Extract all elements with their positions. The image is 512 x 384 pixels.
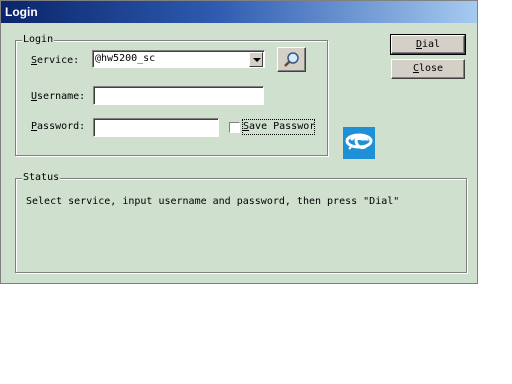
status-message: Select service, input username and passw…: [26, 196, 400, 207]
status-group-legend: Status: [22, 172, 61, 184]
password-label: Password:: [31, 121, 86, 132]
window-title: Login: [5, 5, 38, 19]
search-icon: [283, 52, 299, 67]
status-groupbox: Status: [15, 172, 467, 273]
search-service-button[interactable]: [277, 47, 306, 72]
password-input[interactable]: [93, 118, 219, 137]
service-dropdown[interactable]: @hw5200_sc: [92, 50, 265, 68]
service-label: Service:: [31, 55, 80, 66]
login-dialog: Login Login Service: @hw5200_sc Username…: [0, 0, 478, 284]
service-value: @hw5200_sc: [95, 53, 156, 64]
save-password-checkbox[interactable]: [229, 122, 240, 133]
dial-button[interactable]: Dial: [390, 34, 466, 55]
username-label: Username:: [31, 91, 86, 102]
username-input[interactable]: [93, 86, 264, 105]
login-group-legend: Login: [22, 34, 55, 46]
chevron-down-icon[interactable]: [249, 52, 263, 67]
title-bar[interactable]: Login: [1, 1, 477, 23]
save-password-label[interactable]: Save Passwor: [242, 119, 315, 135]
close-button[interactable]: Close: [391, 59, 465, 79]
china-telecom-logo-icon: [343, 127, 375, 159]
